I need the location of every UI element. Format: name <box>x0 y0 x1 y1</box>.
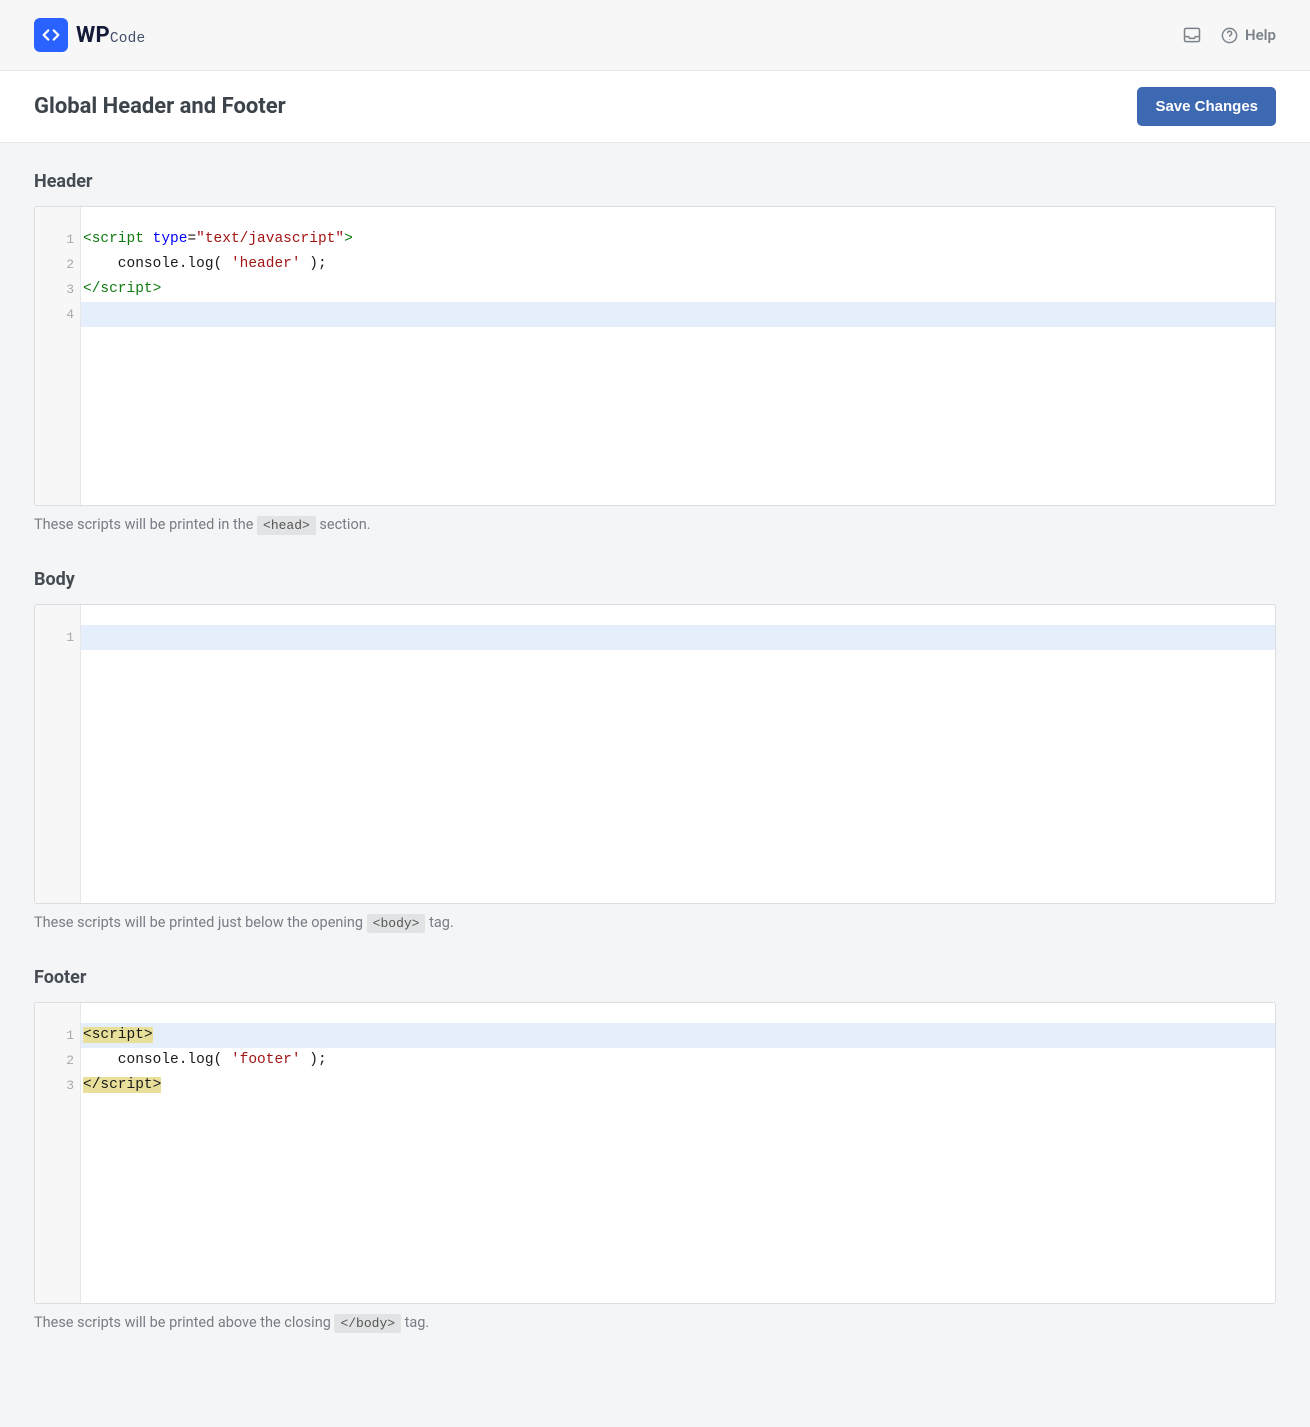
section-body-title: Body <box>34 569 1276 590</box>
logo-text: WPCode <box>76 23 145 48</box>
topbar: WPCode Help <box>0 0 1310 71</box>
page-title: Global Header and Footer <box>34 94 286 119</box>
code-line: </script> <box>81 277 1275 302</box>
logo-code: Code <box>110 11 146 47</box>
line-number: 2 <box>35 1048 80 1073</box>
line-number: 3 <box>35 1073 80 1098</box>
code-line: console.log( 'footer' ); <box>81 1048 1275 1073</box>
help-button[interactable]: Help <box>1220 26 1276 45</box>
section-body: Body 1 These scripts will be printed jus… <box>34 569 1276 931</box>
titlebar: Global Header and Footer Save Changes <box>0 71 1310 143</box>
editor-header-code[interactable]: <script type="text/javascript"> console.… <box>81 207 1275 505</box>
code-line: console.log( 'header' ); <box>81 252 1275 277</box>
content: Header 1 2 3 4 <script type="text/javasc… <box>0 143 1310 1427</box>
logo: WPCode <box>34 18 145 52</box>
help-label: Help <box>1245 26 1276 44</box>
hint-footer: These scripts will be printed above the … <box>34 1314 1276 1331</box>
section-footer: Footer 1 2 3 <script> console.log( 'foot… <box>34 967 1276 1331</box>
section-footer-title: Footer <box>34 967 1276 988</box>
inbox-icon[interactable] <box>1182 25 1202 45</box>
section-header-title: Header <box>34 171 1276 192</box>
editor-footer-code[interactable]: <script> console.log( 'footer' ); </scri… <box>81 1003 1275 1303</box>
section-header: Header 1 2 3 4 <script type="text/javasc… <box>34 171 1276 533</box>
save-button[interactable]: Save Changes <box>1137 87 1276 126</box>
editor-body[interactable]: 1 <box>34 604 1276 904</box>
editor-body-code[interactable] <box>81 605 1275 903</box>
code-line: </script> <box>81 1073 1275 1098</box>
code-line: <script type="text/javascript"> <box>81 227 1275 252</box>
line-number: 4 <box>35 302 80 327</box>
logo-mark-icon <box>34 18 68 52</box>
logo-wp: WP <box>76 23 110 48</box>
editor-header-gutter: 1 2 3 4 <box>35 207 81 505</box>
editor-footer[interactable]: 1 2 3 <script> console.log( 'footer' ); … <box>34 1002 1276 1304</box>
hint-body: These scripts will be printed just below… <box>34 914 1276 931</box>
line-number: 2 <box>35 252 80 277</box>
hint-header: These scripts will be printed in the <he… <box>34 516 1276 533</box>
hint-header-code: <head> <box>257 516 316 535</box>
editor-body-gutter: 1 <box>35 605 81 903</box>
hint-body-code: <body> <box>367 914 426 933</box>
editor-header[interactable]: 1 2 3 4 <script type="text/javascript"> … <box>34 206 1276 506</box>
editor-footer-gutter: 1 2 3 <box>35 1003 81 1303</box>
code-line <box>81 625 1275 650</box>
hint-footer-code: </body> <box>334 1314 401 1333</box>
code-line <box>81 302 1275 327</box>
code-line: <script> <box>81 1023 1275 1048</box>
line-number: 1 <box>35 227 80 252</box>
topbar-right: Help <box>1182 25 1276 45</box>
line-number: 3 <box>35 277 80 302</box>
line-number: 1 <box>35 1023 80 1048</box>
line-number: 1 <box>35 625 80 650</box>
